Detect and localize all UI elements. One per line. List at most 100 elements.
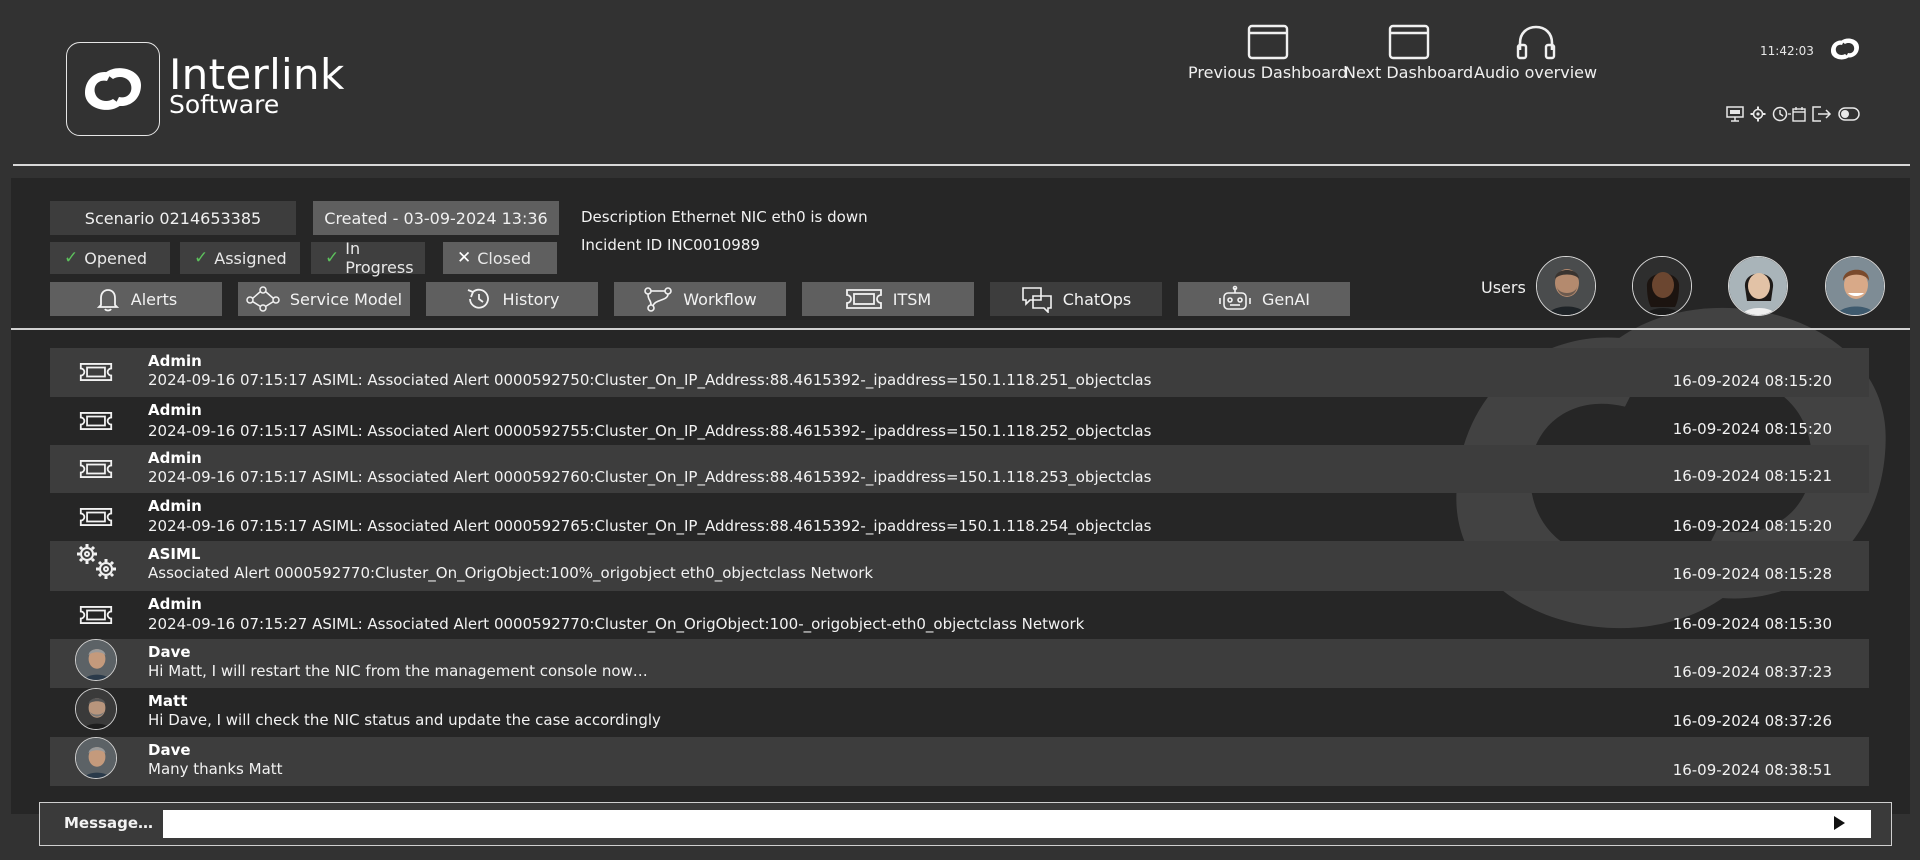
log-author: Dave (148, 643, 191, 661)
network-icon (246, 286, 280, 312)
window-icon (1247, 24, 1288, 60)
clock: 11:42:03 (1760, 44, 1814, 58)
avatar-matt (72, 688, 120, 730)
log-row[interactable]: Admin 2024-09-16 07:15:17 ASIML: Associa… (50, 348, 1869, 397)
incident-id: Incident ID INC0010989 (581, 236, 760, 254)
tab-service-model[interactable]: Service Model (238, 282, 410, 316)
ticket-icon (72, 499, 120, 535)
tab-alerts-label: Alerts (130, 289, 178, 309)
ticket-icon (72, 597, 120, 633)
log-row[interactable]: Admin 2024-09-16 07:15:27 ASIML: Associa… (50, 591, 1869, 639)
send-button[interactable] (1832, 815, 1846, 835)
avatar-dave (72, 639, 120, 681)
tab-history[interactable]: History (426, 282, 598, 316)
log-author: Admin (148, 352, 202, 370)
log-timestamp: 16-09-2024 08:15:20 (1672, 420, 1832, 438)
toolbar-icons (1726, 106, 1860, 122)
status-closed-label: Closed (477, 248, 531, 268)
brand-mark-icon (1824, 34, 1866, 68)
clock-calendar-icon[interactable] (1772, 106, 1806, 122)
log-timestamp: 16-09-2024 08:15:20 (1672, 517, 1832, 535)
log-timestamp: 16-09-2024 08:15:28 (1672, 565, 1832, 583)
next-dashboard-button[interactable]: Next Dashboard (1344, 24, 1473, 82)
robot-icon (1219, 285, 1251, 310)
log-row[interactable]: Dave Many thanks Matt 16-09-2024 08:38:5… (50, 737, 1869, 786)
interlink-logo (66, 42, 160, 136)
tabs-divider (11, 328, 1910, 330)
ticket-icon (72, 354, 120, 390)
toggle-icon[interactable] (1838, 107, 1860, 121)
incident-panel: Scenario 0214653385 Created - 03-09-2024… (11, 178, 1910, 814)
tab-chatops[interactable]: ChatOps (990, 282, 1162, 316)
message-input[interactable] (163, 810, 1871, 838)
log-author: ASIML (148, 545, 201, 563)
message-bar: Message… (39, 802, 1892, 846)
status-in-progress[interactable]: ✓ In Progress (311, 239, 425, 277)
tab-workflow-label: Workflow (683, 289, 757, 309)
log-row[interactable]: Matt Hi Dave, I will check the NIC statu… (50, 688, 1869, 737)
log-message: Associated Alert 0000592770:Cluster_On_O… (148, 564, 874, 582)
log-author: Dave (148, 741, 191, 759)
log-message: Many thanks Matt (148, 760, 283, 778)
log-row[interactable]: ASIML Associated Alert 0000592770:Cluste… (50, 541, 1869, 591)
message-label: Message… (64, 814, 153, 832)
user-avatar-4[interactable] (1825, 256, 1885, 316)
tab-genai[interactable]: GenAI (1178, 282, 1350, 316)
log-author: Admin (148, 449, 202, 467)
logo-text: Interlink Software (169, 54, 345, 118)
tab-alerts[interactable]: Alerts (50, 282, 222, 316)
tab-workflow[interactable]: Workflow (614, 282, 786, 316)
ticket-icon (72, 451, 120, 487)
created-date: Created - 03-09-2024 13:36 (313, 201, 559, 235)
play-icon (1834, 816, 1845, 830)
tab-chatops-label: ChatOps (1062, 289, 1132, 309)
log-row[interactable]: Dave Hi Matt, I will restart the NIC fro… (50, 639, 1869, 688)
avatar-dave (72, 737, 120, 779)
tab-itsm[interactable]: ITSM (802, 282, 974, 316)
log-message: Hi Dave, I will check the NIC status and… (148, 711, 661, 729)
log-message: 2024-09-16 07:15:17 ASIML: Associated Al… (148, 517, 1152, 535)
log-timestamp: 16-09-2024 08:37:26 (1672, 712, 1832, 730)
gear-icon[interactable] (1750, 106, 1766, 122)
log-message: 2024-09-16 07:15:17 ASIML: Associated Al… (148, 371, 1152, 389)
previous-dashboard-button[interactable]: Previous Dashboard (1188, 24, 1348, 82)
status-assigned[interactable]: ✓ Assigned (180, 242, 300, 274)
tab-genai-label: GenAI (1261, 289, 1311, 309)
workflow-icon (644, 287, 673, 312)
status-in-progress-label: In Progress (345, 239, 414, 277)
tab-service-model-label: Service Model (289, 289, 403, 309)
log-author: Admin (148, 401, 202, 419)
activity-log: Admin 2024-09-16 07:15:17 ASIML: Associa… (50, 348, 1869, 786)
status-opened[interactable]: ✓ Opened (50, 242, 170, 274)
incident-description: Description Ethernet NIC eth0 is down (581, 208, 868, 226)
user-avatar-1[interactable] (1536, 256, 1596, 316)
headphones-icon (1516, 25, 1555, 60)
bell-icon (96, 289, 119, 312)
status-closed[interactable]: ✕ Closed (443, 242, 557, 274)
log-author: Admin (148, 497, 202, 515)
tab-itsm-label: ITSM (892, 289, 932, 309)
history-icon (467, 288, 489, 309)
ticket-icon (72, 403, 120, 439)
check-icon: ✓ (325, 248, 340, 268)
user-avatar-3[interactable] (1728, 256, 1788, 316)
log-message: 2024-09-16 07:15:17 ASIML: Associated Al… (148, 468, 1152, 486)
header-divider (13, 164, 1910, 166)
log-row[interactable]: Admin 2024-09-16 07:15:17 ASIML: Associa… (50, 445, 1869, 493)
logout-icon[interactable] (1812, 106, 1832, 122)
audio-overview-button[interactable]: Audio overview (1474, 24, 1597, 82)
log-row[interactable]: Admin 2024-09-16 07:15:17 ASIML: Associa… (50, 397, 1869, 445)
user-avatar-2[interactable] (1632, 256, 1692, 316)
gears-icon (72, 543, 120, 579)
scenario-id: Scenario 0214653385 (50, 201, 296, 235)
display-icon[interactable] (1726, 106, 1744, 122)
previous-dashboard-label: Previous Dashboard (1188, 63, 1348, 82)
ticket-icon (845, 289, 882, 309)
header: Interlink Software Previous Dashboard Ne… (0, 0, 1920, 166)
status-opened-label: Opened (84, 248, 147, 268)
log-message: Hi Matt, I will restart the NIC from the… (148, 662, 648, 680)
log-author: Admin (148, 595, 202, 613)
users-label: Users (1481, 278, 1526, 297)
interlink-logo-icon (85, 68, 141, 110)
log-row[interactable]: Admin 2024-09-16 07:15:17 ASIML: Associa… (50, 493, 1869, 541)
